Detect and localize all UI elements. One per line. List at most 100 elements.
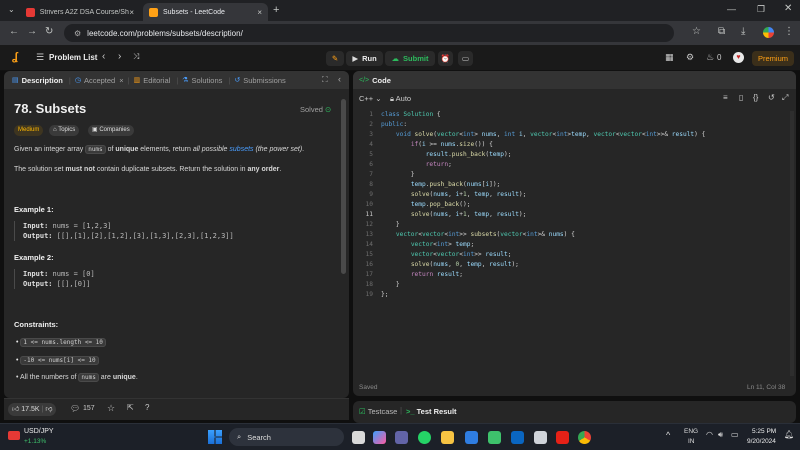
- chevron-down-icon: ⌄: [375, 94, 382, 103]
- like-button[interactable]: 👍︎ 17.5K | 👎︎: [8, 403, 57, 416]
- tab-search-icon[interactable]: ⌄: [8, 5, 15, 14]
- tab-test-result[interactable]: >_ Test Result: [406, 407, 457, 416]
- problem-list-link[interactable]: Problem List: [49, 53, 97, 62]
- debug-button[interactable]: ✎: [326, 51, 344, 66]
- notes-button[interactable]: ▭: [458, 51, 473, 66]
- expand-icon[interactable]: ⛶: [322, 75, 328, 85]
- tab-solutions[interactable]: ⚗ Solutions: [182, 76, 222, 85]
- tab-submissions[interactable]: ↺ Submissions: [234, 76, 285, 85]
- editor-scrollbar[interactable]: [790, 111, 794, 376]
- battery-icon[interactable]: ▭: [731, 430, 739, 439]
- comment-icon[interactable]: 💬︎: [70, 404, 80, 413]
- browser-tab-leetcode[interactable]: Subsets - LeetCode ×: [143, 3, 268, 21]
- url-field[interactable]: ⚙ leetcode.com/problems/subsets/descript…: [64, 24, 674, 42]
- leetcode-logo-icon[interactable]: ʆ: [12, 51, 18, 63]
- clock-date[interactable]: 9/20/2024: [747, 438, 776, 445]
- mail-icon[interactable]: [534, 431, 547, 444]
- copilot-icon[interactable]: [373, 431, 386, 444]
- help-icon[interactable]: ?: [145, 403, 149, 412]
- comment-count[interactable]: 157: [83, 405, 95, 412]
- code-line: 8 temp.push_back(nums[i]);: [353, 180, 796, 190]
- extensions-icon[interactable]: ⧉: [718, 26, 725, 37]
- clock-time[interactable]: 5:25 PM: [752, 428, 776, 435]
- browser-tab-strip: ⌄ Strivers A2Z DSA Course/Sheet × Subset…: [0, 0, 800, 21]
- store-icon[interactable]: [465, 431, 478, 444]
- wifi-icon[interactable]: ◠: [706, 430, 713, 439]
- tray-chevron-up-icon[interactable]: ^: [666, 430, 670, 440]
- code-area[interactable]: 1 class Solution { 2 public: 3 void solve(…: [353, 110, 796, 310]
- text: The solution set: [14, 166, 66, 173]
- menu-dots-icon[interactable]: ⋮: [784, 26, 794, 37]
- tab-title: Strivers A2Z DSA Course/Sheet: [39, 8, 130, 16]
- minimize-icon[interactable]: —: [727, 4, 736, 14]
- windows-start-icon[interactable]: [208, 430, 222, 444]
- taskbar-search[interactable]: ⌕ Search: [229, 428, 344, 446]
- shuffle-icon[interactable]: ⤨: [133, 52, 139, 62]
- thumbs-down-icon[interactable]: 👎︎: [45, 406, 52, 413]
- run-button[interactable]: ▶ Run: [346, 51, 383, 66]
- next-problem-icon[interactable]: ›: [118, 51, 121, 62]
- language-code[interactable]: ENG: [684, 428, 698, 435]
- companies-badge[interactable]: ▣ Companies: [88, 125, 134, 136]
- difficulty-badge[interactable]: Medium: [14, 125, 44, 136]
- teams-icon[interactable]: [395, 431, 408, 444]
- tab-editorial[interactable]: ▥ Editorial: [134, 76, 171, 85]
- description-scrollbar[interactable]: [341, 99, 346, 274]
- linkedin-icon[interactable]: [511, 431, 524, 444]
- timer-button[interactable]: ⏰: [438, 51, 453, 66]
- collapse-panel-icon[interactable]: ‹: [338, 74, 341, 84]
- browser-tab-strivers[interactable]: Strivers A2Z DSA Course/Sheet ×: [20, 3, 140, 21]
- problem-list-icon[interactable]: ☰: [36, 52, 44, 63]
- back-icon[interactable]: ←: [9, 26, 19, 37]
- reset-icon[interactable]: ↺: [768, 93, 775, 102]
- streak-fire-icon[interactable]: ♨: [706, 52, 714, 63]
- line-number: 1: [369, 111, 373, 118]
- bookmark-icon[interactable]: ▯: [739, 93, 743, 102]
- downloads-icon[interactable]: ⤓: [741, 26, 745, 37]
- layout-grid-icon[interactable]: ▦: [665, 52, 674, 63]
- braces-icon[interactable]: {}: [753, 93, 758, 102]
- language-selector[interactable]: C++ ⌄: [359, 94, 382, 103]
- auto-mode[interactable]: 🔒︎ Auto: [390, 94, 411, 104]
- close-icon[interactable]: ×: [129, 8, 134, 17]
- share-icon[interactable]: ⇱: [127, 403, 134, 412]
- bookmark-star-icon[interactable]: ☆: [692, 26, 701, 37]
- premium-button[interactable]: Premium: [752, 51, 794, 66]
- site-info-icon[interactable]: ⚙: [74, 29, 81, 38]
- subsets-link[interactable]: subsets: [229, 146, 253, 153]
- notification-bell-icon[interactable]: 🔔︎: [784, 430, 794, 439]
- profile-avatar[interactable]: [763, 27, 774, 38]
- maximize-icon[interactable]: ❐: [757, 4, 765, 15]
- new-tab-icon[interactable]: +: [273, 4, 279, 16]
- topics-label: Topics: [58, 127, 76, 133]
- volume-icon[interactable]: 🔊︎: [718, 430, 723, 440]
- window-close-icon[interactable]: ✕: [784, 3, 792, 14]
- whatsapp-icon[interactable]: [418, 431, 431, 444]
- text: .: [135, 374, 138, 381]
- user-avatar[interactable]: ♥: [733, 52, 744, 63]
- favorite-star-icon[interactable]: ☆: [107, 403, 115, 414]
- close-icon[interactable]: ×: [257, 8, 262, 17]
- bold-text: unique: [112, 374, 136, 381]
- line-number: 2: [369, 121, 373, 128]
- tab-accepted[interactable]: ◷ Accepted ×: [75, 76, 124, 85]
- close-icon[interactable]: ×: [119, 76, 123, 85]
- apps-icon[interactable]: [488, 431, 501, 444]
- tab-description[interactable]: ▤ Description: [12, 76, 63, 85]
- submit-button[interactable]: ☁ Submit: [385, 51, 435, 66]
- file-manager-icon[interactable]: [441, 431, 454, 444]
- fullscreen-icon[interactable]: ⤢: [782, 93, 788, 103]
- topics-badge[interactable]: ⌂ Topics: [49, 125, 80, 136]
- file-explorer-icon[interactable]: [352, 431, 365, 444]
- prev-problem-icon[interactable]: ‹: [102, 51, 105, 62]
- test-result-label: Test Result: [416, 407, 457, 416]
- chrome-icon[interactable]: [578, 431, 591, 444]
- code-tab-title[interactable]: Code: [372, 76, 391, 85]
- tab-testcase[interactable]: ☑ Testcase: [359, 407, 397, 416]
- youtube-icon[interactable]: [556, 431, 569, 444]
- forward-icon[interactable]: →: [27, 26, 37, 37]
- ticker-symbol[interactable]: USD/JPY: [24, 428, 54, 435]
- reload-icon[interactable]: ↻: [45, 26, 53, 37]
- format-icon[interactable]: ≡: [723, 93, 728, 102]
- settings-gear-icon[interactable]: ⚙: [686, 52, 694, 63]
